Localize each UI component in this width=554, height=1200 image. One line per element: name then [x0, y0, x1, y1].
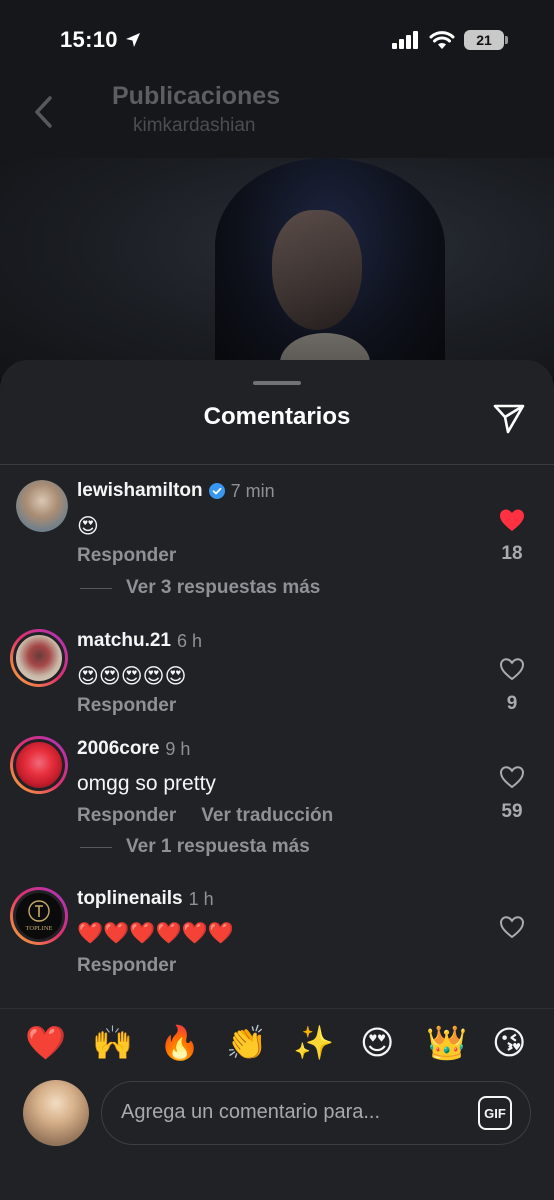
comment-input-placeholder: Agrega un comentario para...	[121, 1101, 381, 1123]
comment-item: TOPLINE toplinenails 1 h ❤️❤️❤️❤️❤️❤️ Re…	[0, 887, 554, 988]
reply-button[interactable]: Responder	[77, 805, 176, 827]
comment-header: lewishamilton 7 min	[77, 480, 275, 502]
emoji-sparkles-button[interactable]: ✨	[293, 1025, 334, 1061]
comment-header: toplinenails 1 h	[77, 888, 214, 910]
sheet-grabber[interactable]	[253, 381, 301, 385]
sheet-divider	[0, 464, 554, 465]
location-arrow-icon	[125, 33, 140, 47]
comment-time: 9 h	[165, 738, 191, 759]
status-indicators: 21	[392, 30, 508, 50]
replies-line	[80, 587, 112, 589]
comment-actions: Responder	[77, 695, 176, 717]
comment-time: 1 h	[188, 888, 214, 909]
signal-icon	[392, 31, 418, 49]
comment-header: 2006core 9 h	[77, 738, 190, 760]
emoji-heart-eyes-button[interactable]: 😍	[360, 1025, 394, 1061]
avatar[interactable]	[10, 736, 68, 794]
comment-username[interactable]: lewishamilton	[77, 480, 203, 502]
avatar-image	[16, 480, 68, 532]
battery-icon: 21	[464, 30, 508, 50]
comment-username[interactable]: matchu.21	[77, 630, 171, 652]
heart-outline-icon[interactable]	[498, 764, 526, 790]
comment-actions: Responder	[77, 955, 176, 977]
comments-sheet: Comentarios lewishamilton 7 min 😍 Respon…	[0, 360, 554, 1200]
avatar[interactable]	[10, 629, 68, 687]
page-title: Publicaciones	[112, 82, 281, 110]
battery-level: 21	[476, 32, 492, 48]
view-replies-button[interactable]: Ver 3 respuestas más	[80, 577, 320, 599]
topline-logo: TOPLINE	[26, 900, 53, 932]
nav-bar: Publicaciones kimkardashian	[0, 80, 554, 160]
avatar[interactable]: TOPLINE	[10, 887, 68, 945]
gif-button[interactable]: GIF	[478, 1096, 512, 1130]
comment-username[interactable]: toplinenails	[77, 888, 183, 910]
share-send-icon[interactable]	[491, 400, 527, 436]
heart-filled-icon[interactable]	[498, 507, 526, 533]
like-count: 9	[506, 693, 518, 714]
view-replies-button[interactable]: Ver 1 respuesta más	[80, 836, 310, 858]
emoji-crown-button[interactable]: 👑	[426, 1025, 467, 1061]
comment-text: 😍😍😍😍😍	[77, 665, 187, 688]
like-count: 18	[501, 543, 523, 564]
heart-outline-icon[interactable]	[498, 914, 526, 940]
comment-header: matchu.21 6 h	[77, 630, 202, 652]
status-time: 15:10	[60, 27, 142, 53]
comment-text: ❤️❤️❤️❤️❤️❤️	[77, 922, 234, 945]
avatar-image: TOPLINE	[13, 890, 65, 942]
verified-badge-icon	[208, 483, 225, 499]
comment-item: lewishamilton 7 min 😍 Responder Ver 3 re…	[0, 480, 554, 610]
emoji-raised-hands-button[interactable]: 🙌	[92, 1025, 133, 1061]
sheet-title: Comentarios	[203, 403, 351, 430]
reply-button[interactable]: Responder	[77, 695, 176, 717]
comment-text: 😍	[77, 515, 99, 538]
view-replies-label: Ver 3 respuestas más	[126, 577, 321, 598]
comment-item: 2006core 9 h omgg so pretty Responder Ve…	[0, 736, 554, 868]
avatar-image	[13, 632, 65, 684]
emoji-fire-button[interactable]: 🔥	[159, 1025, 200, 1061]
comment-item: matchu.21 6 h 😍😍😍😍😍 Responder 9	[0, 629, 554, 720]
comment-composer: Agrega un comentario para... GIF	[0, 1080, 554, 1160]
comment-time: 6 h	[176, 630, 203, 651]
post-image	[0, 158, 554, 378]
emoji-kiss-button[interactable]: 😘	[492, 1025, 526, 1061]
translate-button[interactable]: Ver traducción	[201, 805, 333, 827]
quick-emoji-bar: ❤️ 🙌 🔥 👏 ✨ 😍 👑 😘	[0, 1008, 554, 1068]
reply-button[interactable]: Responder	[77, 955, 176, 977]
comment-input[interactable]: Agrega un comentario para... GIF	[101, 1081, 531, 1145]
page-subtitle: kimkardashian	[133, 115, 256, 136]
gif-label: GIF	[484, 1105, 506, 1121]
comment-text: omgg so pretty	[77, 772, 216, 795]
heart-outline-icon[interactable]	[498, 656, 526, 682]
status-time-text: 15:10	[60, 27, 118, 52]
status-bar: 15:10 21	[0, 0, 554, 80]
current-user-avatar	[23, 1080, 89, 1146]
comment-actions: Responder	[77, 545, 176, 567]
replies-line	[80, 846, 112, 848]
like-count: 59	[501, 801, 523, 822]
avatar-image	[13, 739, 65, 791]
portrait-face	[272, 210, 362, 330]
avatar[interactable]	[16, 480, 68, 532]
topline-logo-text: TOPLINE	[26, 925, 53, 932]
view-replies-label: Ver 1 respuesta más	[126, 836, 310, 857]
comment-actions: Responder Ver traducción	[77, 805, 333, 827]
reply-button[interactable]: Responder	[77, 545, 176, 567]
emoji-heart-button[interactable]: ❤️	[25, 1025, 66, 1061]
comment-username[interactable]: 2006core	[77, 738, 159, 760]
emoji-clap-button[interactable]: 👏	[226, 1025, 267, 1061]
back-chevron-icon[interactable]	[30, 94, 58, 130]
wifi-icon	[429, 30, 455, 49]
comment-time: 7 min	[230, 480, 275, 501]
